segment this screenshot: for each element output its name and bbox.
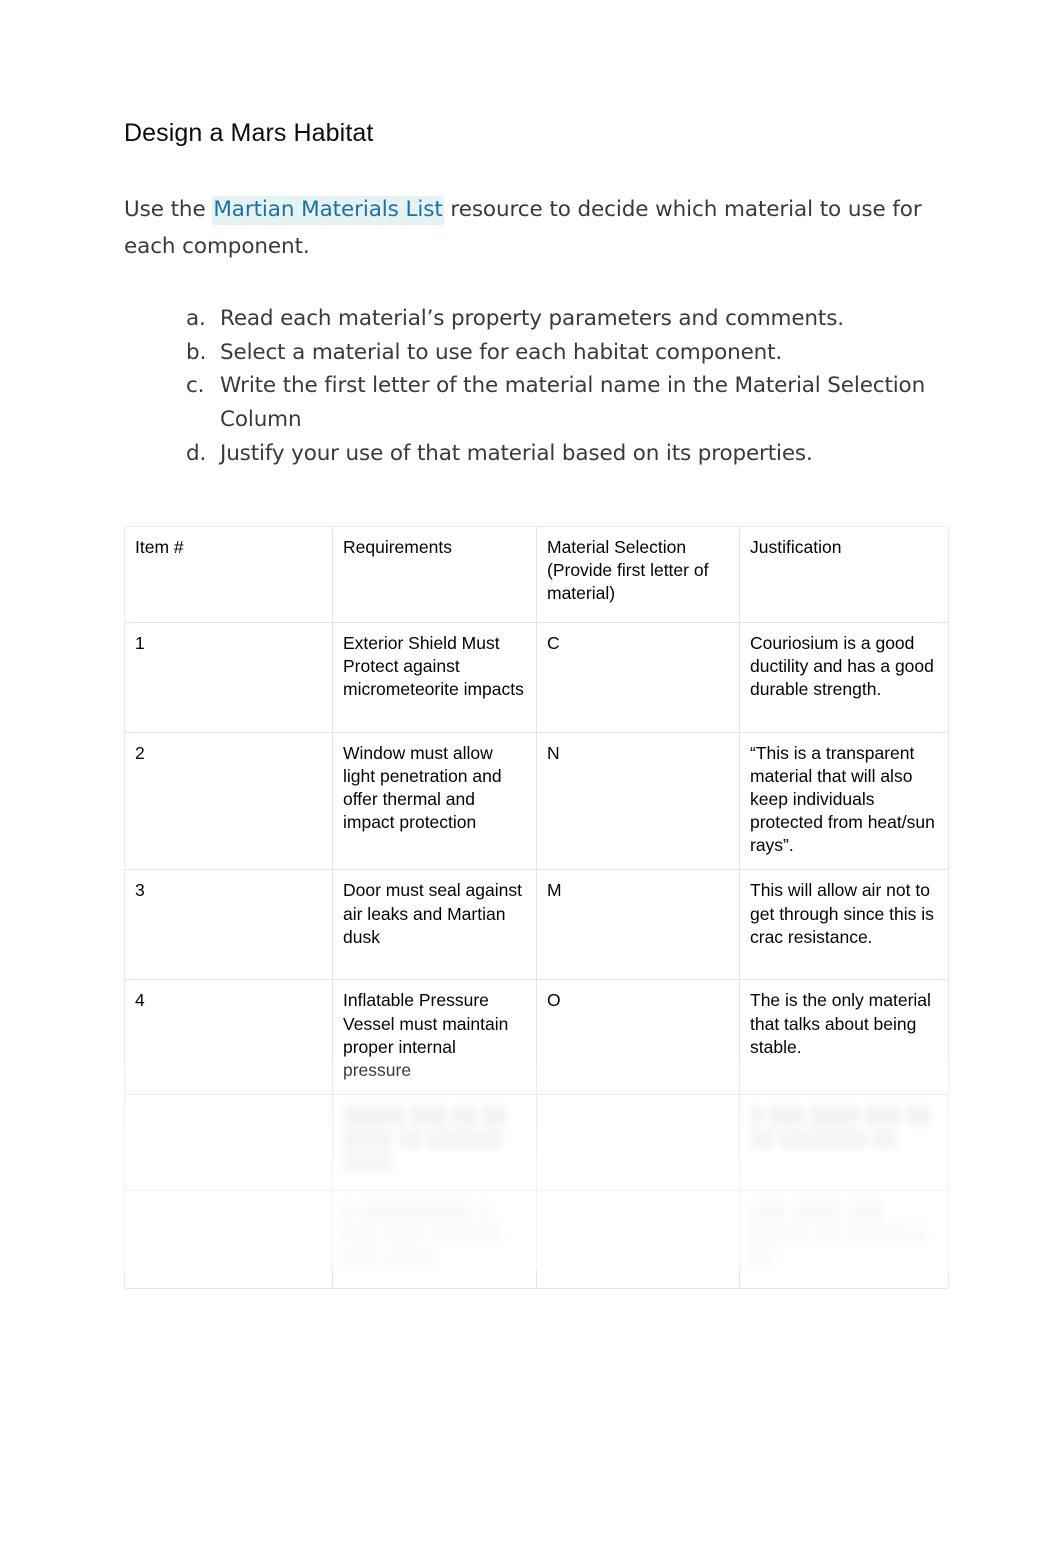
cell-requirements: ░░░░░ ░░░ ░░ ░░ ░░░░ ░░ ░░░░░░ ░░░░ bbox=[332, 1093, 537, 1191]
list-marker: b. bbox=[186, 339, 207, 365]
column-header-material-selection: Material Selection (Provide first letter… bbox=[536, 526, 740, 623]
column-header-item: Item # bbox=[124, 526, 333, 623]
cell-requirements: Exterior Shield Must Protect against mic… bbox=[332, 622, 537, 733]
table-header-row: Item # Requirements Material Selection (… bbox=[124, 526, 949, 623]
column-header-justification: Justification bbox=[739, 526, 949, 623]
cell-item: 1 bbox=[124, 622, 333, 733]
obscured-text: ░░░░░ ░░░ ░░ ░░ ░░░░ ░░ ░░░░░░ ░░░░ bbox=[343, 1104, 507, 1172]
document-body: Design a Mars Habitat Use the Martian Ma… bbox=[124, 118, 949, 471]
cell-justification[interactable]: ░░░ ░░░░ ░░░ ░░░░░ ░░ ░░░░░ ░ ░░ bbox=[739, 1189, 949, 1289]
cell-item: 4 bbox=[124, 979, 333, 1095]
cell-material-selection[interactable]: N bbox=[536, 731, 740, 871]
table-row: 1 Exterior Shield Must Protect against m… bbox=[124, 622, 949, 733]
cell-requirements: Window must allow light penetration and … bbox=[332, 731, 537, 871]
list-item-text: Read each material’s property parameters… bbox=[220, 305, 844, 331]
list-item-text: Justify your use of that material based … bbox=[220, 440, 813, 466]
intro-text-before-link: Use the bbox=[124, 197, 213, 222]
page-title: Design a Mars Habitat bbox=[124, 119, 374, 147]
cell-justification[interactable]: Couriosium is a good ductility and has a… bbox=[739, 622, 949, 733]
cell-item bbox=[124, 1093, 333, 1191]
cell-justification[interactable]: The is the only material that talks abou… bbox=[739, 979, 949, 1095]
list-item-text: Select a material to use for each habita… bbox=[220, 339, 783, 365]
table-row: 2 Window must allow light penetration an… bbox=[124, 731, 949, 871]
list-marker: d. bbox=[186, 440, 207, 466]
martian-materials-list-link[interactable]: Martian Materials List bbox=[212, 196, 444, 225]
instruction-list: a. Read each material’s property paramet… bbox=[124, 302, 949, 471]
list-item: b. Select a material to use for each hab… bbox=[186, 336, 949, 370]
list-item: c. Write the first letter of the materia… bbox=[186, 369, 949, 437]
cell-material-selection[interactable]: C bbox=[536, 622, 740, 733]
cell-justification[interactable]: “This is a transparent material that wil… bbox=[739, 731, 949, 871]
cell-material-selection[interactable]: M bbox=[536, 869, 740, 981]
cell-requirements: ░ ░░░░░░░░░ ░ ░░░ ░░░ ░░░░░░ ░░░ ░░░░ bbox=[332, 1189, 537, 1289]
list-marker: a. bbox=[186, 305, 206, 331]
cell-material-selection[interactable] bbox=[536, 1189, 740, 1289]
intro-paragraph: Use the Martian Materials List resource … bbox=[124, 192, 949, 266]
table-row: 4 Inflatable Pressure Vessel must mainta… bbox=[124, 979, 949, 1095]
cell-justification[interactable]: ░ ░░░ ░░░░ ░░░ ░░ ░░ ░░░░░░░ ░░ bbox=[739, 1093, 949, 1191]
column-header-requirements: Requirements bbox=[332, 526, 537, 623]
list-item: d. Justify your use of that material bas… bbox=[186, 437, 949, 471]
table-row-obscured: ░ ░░░░░░░░░ ░ ░░░ ░░░ ░░░░░░ ░░░ ░░░░ ░░… bbox=[124, 1189, 949, 1289]
table-row-obscured: ░░░░░ ░░░ ░░ ░░ ░░░░ ░░ ░░░░░░ ░░░░ ░ ░░… bbox=[124, 1093, 949, 1191]
cell-item: 3 bbox=[124, 869, 333, 981]
cell-justification[interactable]: This will allow air not to get through s… bbox=[739, 869, 949, 981]
list-marker: c. bbox=[186, 373, 205, 399]
habitat-table-container: Item # Requirements Material Selection (… bbox=[124, 526, 949, 1289]
document-page: Design a Mars Habitat Use the Martian Ma… bbox=[0, 0, 1062, 1556]
cell-item bbox=[124, 1189, 333, 1289]
cell-material-selection[interactable] bbox=[536, 1093, 740, 1191]
obscured-text: ░ ░░░ ░░░░ ░░░ ░░ ░░ ░░░░░░░ ░░ bbox=[750, 1104, 931, 1148]
list-item-text: Write the first letter of the material n… bbox=[220, 373, 926, 433]
table-row: 3 Door must seal against air leaks and M… bbox=[124, 869, 949, 981]
cell-item: 2 bbox=[124, 731, 333, 871]
obscured-text: ░░░ ░░░░ ░░░ ░░░░░ ░░ ░░░░░ ░ ░░ bbox=[750, 1200, 926, 1268]
obscured-text: ░ ░░░░░░░░░ ░ ░░░ ░░░ ░░░░░░ ░░░ ░░░░ bbox=[343, 1200, 502, 1268]
cell-material-selection[interactable]: O bbox=[536, 979, 740, 1095]
habitat-table: Item # Requirements Material Selection (… bbox=[124, 526, 949, 1289]
cell-requirements: Inflatable Pressure Vessel must maintain… bbox=[332, 979, 537, 1095]
list-item: a. Read each material’s property paramet… bbox=[186, 302, 949, 336]
cell-requirements: Door must seal against air leaks and Mar… bbox=[332, 869, 537, 981]
